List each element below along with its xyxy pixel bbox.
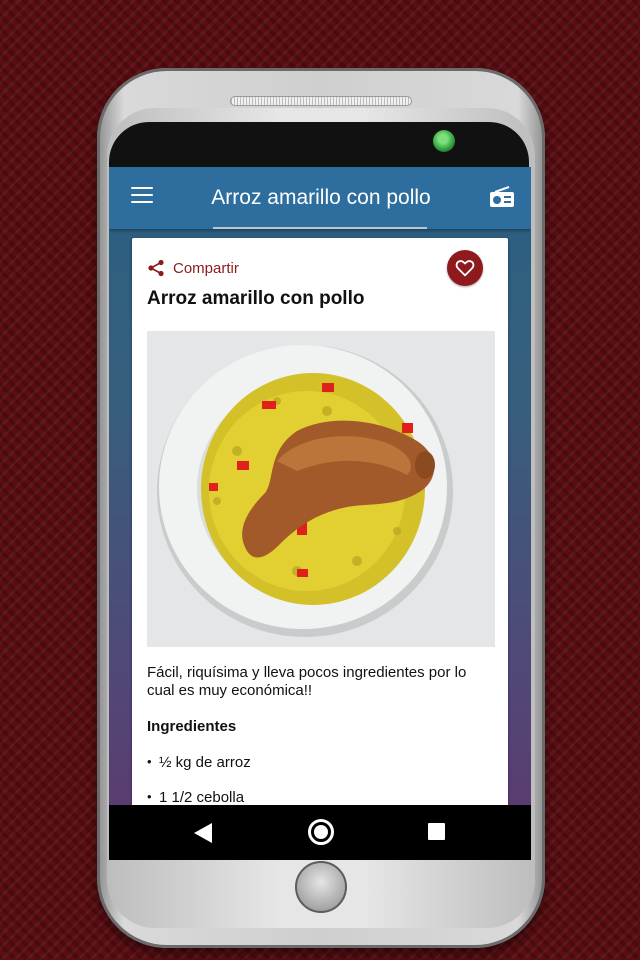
app-bar: Arroz amarillo con pollo (109, 167, 531, 229)
recipe-card: Compartir Arroz amarillo con pollo Fácil… (132, 238, 508, 805)
ingredient-item: • ½ kg de arroz (147, 754, 251, 771)
recent-apps-square-icon[interactable] (428, 823, 445, 840)
recipe-description: Fácil, riquísima y lleva pocos ingredien… (147, 664, 467, 699)
earpiece-speaker (230, 96, 412, 106)
share-button[interactable]: Compartir (147, 258, 239, 278)
back-triangle-icon[interactable] (193, 822, 213, 844)
recipe-photo (147, 331, 495, 647)
favorite-button[interactable] (447, 250, 483, 286)
app-screen: Arroz amarillo con pollo Compartir Arroz… (109, 167, 531, 805)
share-label: Compartir (173, 259, 239, 277)
ingredient-item: • 1 1/2 cebolla (147, 789, 244, 805)
ingredient-text: ½ kg de arroz (159, 754, 251, 771)
recipe-title: Arroz amarillo con pollo (147, 288, 365, 309)
hamburger-menu-icon[interactable] (131, 187, 153, 205)
ingredient-text: 1 1/2 cebolla (159, 789, 245, 805)
home-circle-icon[interactable] (308, 819, 334, 845)
ingredients-heading: Ingredientes (147, 718, 237, 735)
share-icon (148, 259, 164, 277)
navigation-bar (109, 805, 531, 860)
physical-home-button[interactable] (295, 861, 347, 913)
phone-top-bezel (109, 122, 529, 168)
radio-icon[interactable] (489, 186, 515, 208)
heart-icon (455, 260, 475, 277)
front-camera (433, 130, 455, 152)
phone-frame: Arroz amarillo con pollo Compartir Arroz… (97, 68, 545, 948)
app-bar-title: Arroz amarillo con pollo (211, 186, 431, 209)
tab-indicator (213, 227, 427, 229)
bullet-icon: • (147, 789, 152, 804)
bullet-icon: • (147, 754, 152, 769)
